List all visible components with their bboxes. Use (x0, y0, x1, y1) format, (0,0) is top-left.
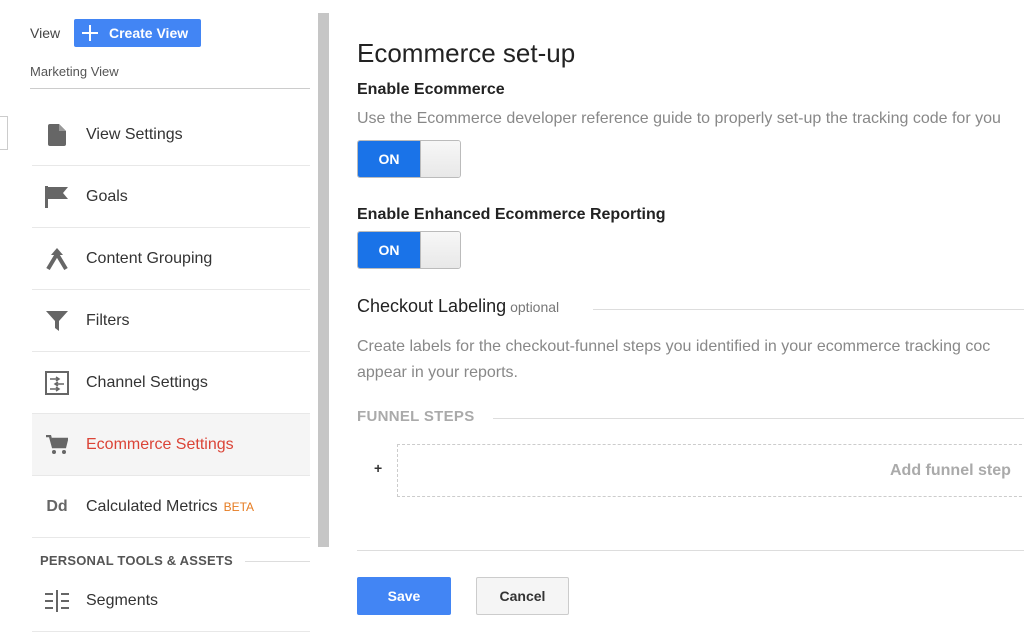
cart-icon (45, 433, 69, 457)
add-funnel-step-box[interactable]: Add funnel step (397, 444, 1024, 497)
cancel-button[interactable]: Cancel (476, 577, 569, 615)
divider (593, 309, 1024, 310)
beta-badge: BETA (223, 499, 255, 514)
sidebar-item-label: Goals (86, 187, 128, 205)
checkout-labeling-title: Checkout Labeling (357, 296, 507, 316)
sidebar-item-calculated-metrics[interactable]: Dd Calculated Metrics BETA (32, 476, 310, 538)
create-view-button[interactable]: Create View (74, 19, 201, 47)
toggle-on-label: ON (358, 232, 420, 268)
flag-icon (45, 185, 69, 209)
enable-ecommerce-toggle[interactable]: ON (357, 140, 461, 178)
plus-icon (82, 25, 98, 41)
toggle-on-label: ON (358, 141, 420, 177)
sidebar-nav: View Settings Goals Content Grouping Fil… (32, 104, 310, 538)
toggle-knob (420, 232, 460, 268)
enhanced-ecommerce-toggle[interactable]: ON (357, 231, 461, 269)
optional-label: optional (510, 299, 560, 315)
sidebar-item-label: Content Grouping (86, 249, 213, 267)
add-step-plus-icon[interactable]: + (374, 460, 382, 476)
save-button[interactable]: Save (357, 577, 451, 615)
collapsed-panel-edge[interactable] (0, 116, 8, 150)
sidebar-item-filters[interactable]: Filters (32, 290, 310, 352)
toggle-knob (420, 141, 460, 177)
sidebar-item-label: Segments (86, 591, 159, 609)
filter-icon (45, 309, 69, 333)
content-grouping-icon (45, 247, 69, 271)
sidebar-item-goals[interactable]: Goals (32, 166, 310, 228)
sidebar-item-label: Filters (86, 311, 130, 329)
divider (30, 88, 310, 89)
sidebar-item-label: Calculated Metrics (86, 497, 218, 515)
sidebar-item-segments[interactable]: Segments (32, 570, 310, 632)
view-label: View (30, 25, 61, 41)
checkout-description-line1: Create labels for the checkout-funnel st… (357, 338, 991, 355)
sidebar-item-label: View Settings (86, 125, 183, 143)
sidebar-item-ecommerce-settings[interactable]: Ecommerce Settings (32, 414, 310, 476)
section-heading: PERSONAL TOOLS & ASSETS (40, 553, 233, 568)
page-title: Ecommerce set-up (357, 38, 576, 68)
calculated-metrics-icon: Dd (46, 497, 68, 515)
divider (32, 631, 310, 632)
enable-ecommerce-heading: Enable Ecommerce (357, 81, 505, 98)
document-icon (45, 123, 69, 147)
main-panel: Ecommerce set-up Enable Ecommerce Use th… (357, 0, 1024, 637)
sidebar-scrollbar[interactable] (318, 13, 329, 547)
sidebar-item-channel-settings[interactable]: Channel Settings (32, 352, 310, 414)
enable-ecommerce-description: Use the Ecommerce developer reference gu… (357, 110, 1001, 127)
add-funnel-step-label: Add funnel step (890, 462, 1011, 479)
checkout-description-line2: appear in your reports. (357, 364, 518, 381)
segments-icon (45, 589, 69, 613)
checkout-labeling-heading: Checkout Labeling optional (357, 296, 559, 317)
funnel-steps-heading: FUNNEL STEPS (357, 408, 475, 425)
channel-settings-icon (45, 370, 69, 395)
create-view-label: Create View (109, 25, 189, 41)
sidebar-item-view-settings[interactable]: View Settings (32, 104, 310, 166)
divider (493, 418, 1024, 419)
enhanced-ecommerce-heading: Enable Enhanced Ecommerce Reporting (357, 206, 666, 223)
sidebar-item-label: Channel Settings (86, 373, 208, 391)
sidebar-item-content-grouping[interactable]: Content Grouping (32, 228, 310, 290)
divider (357, 550, 1024, 551)
view-name: Marketing View (30, 64, 119, 79)
sidebar-item-label: Ecommerce Settings (86, 435, 234, 453)
divider (245, 561, 310, 562)
